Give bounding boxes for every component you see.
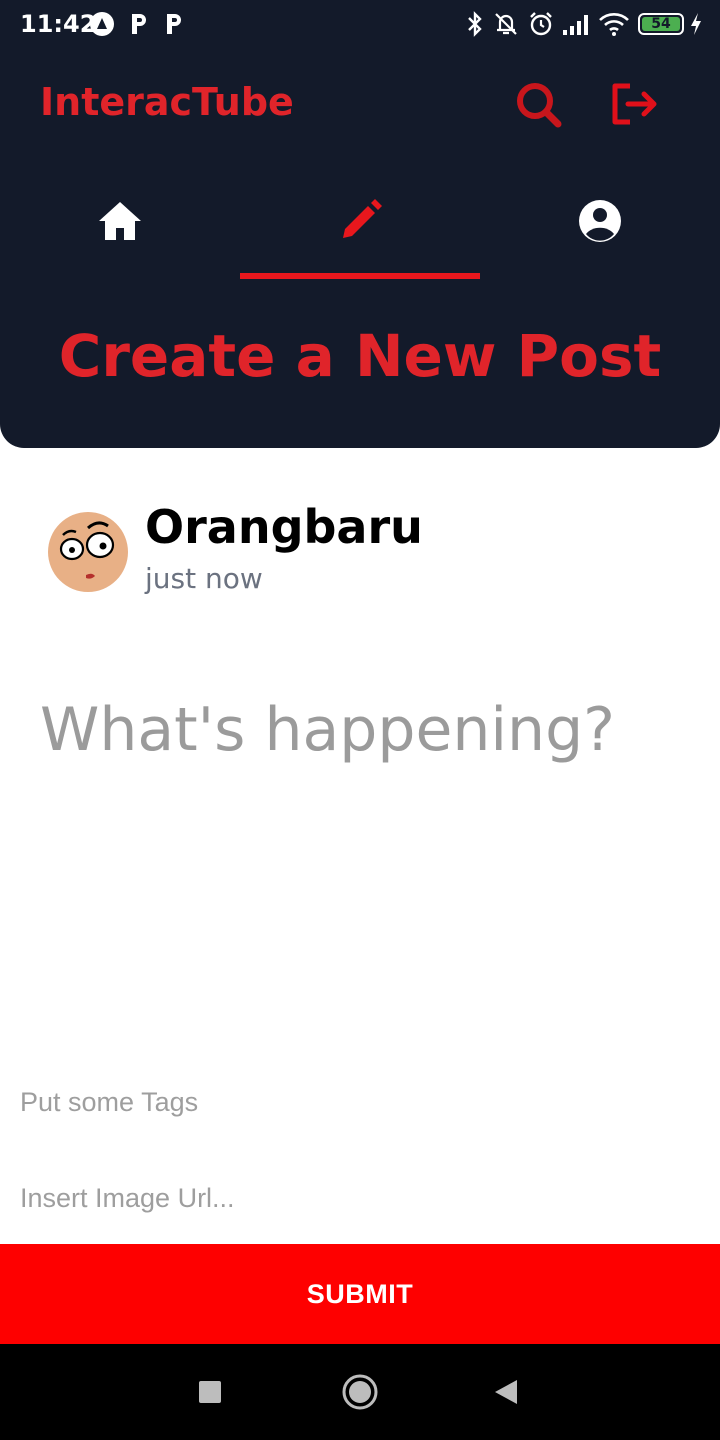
tab-profile[interactable]: [480, 180, 720, 276]
system-nav-bar: [0, 1344, 720, 1440]
battery-icon: 54: [638, 13, 684, 35]
status-bar: 11:42 54: [0, 0, 720, 50]
page-title: Create a New Post: [58, 322, 662, 390]
avatar: [48, 512, 128, 592]
recents-button[interactable]: [182, 1364, 238, 1420]
tags-input[interactable]: [20, 1077, 700, 1127]
app-header: 11:42 54 InteracTube Create a New Post: [0, 0, 720, 448]
notifications-off-icon: [495, 13, 517, 35]
parking-icon: [132, 14, 146, 34]
account-icon: [579, 200, 621, 242]
wifi-icon: [599, 13, 629, 36]
charging-icon: [691, 13, 701, 35]
pencil-icon: [343, 199, 382, 238]
submit-button[interactable]: SUBMIT: [0, 1244, 720, 1344]
search-icon: [517, 83, 562, 128]
notification-a-icon: [90, 12, 114, 36]
logout-icon: [612, 83, 657, 125]
home-nav-button[interactable]: [332, 1364, 388, 1420]
post-timestamp: just now: [145, 562, 263, 595]
tab-home[interactable]: [0, 180, 240, 276]
signal-icon: [563, 15, 588, 35]
parking-icon: [167, 14, 181, 34]
post-content-input[interactable]: [40, 680, 680, 780]
alarm-icon: [530, 12, 552, 36]
status-time: 11:42: [20, 10, 97, 38]
username: Orangbaru: [145, 500, 423, 554]
avatar-face-image: [48, 512, 128, 592]
tab-create-post[interactable]: [240, 180, 480, 276]
logout-button[interactable]: [604, 74, 664, 134]
image-url-input[interactable]: [20, 1173, 700, 1223]
back-button[interactable]: [478, 1364, 534, 1420]
bluetooth-icon: [468, 11, 482, 37]
recents-icon: [199, 1381, 221, 1403]
search-button[interactable]: [508, 74, 568, 134]
tab-indicator: [240, 273, 480, 279]
app-title: InteracTube: [40, 80, 294, 124]
back-icon: [495, 1380, 517, 1404]
home-icon: [99, 202, 141, 240]
home-nav-icon: [342, 1374, 378, 1410]
battery-level: 54: [642, 17, 680, 31]
